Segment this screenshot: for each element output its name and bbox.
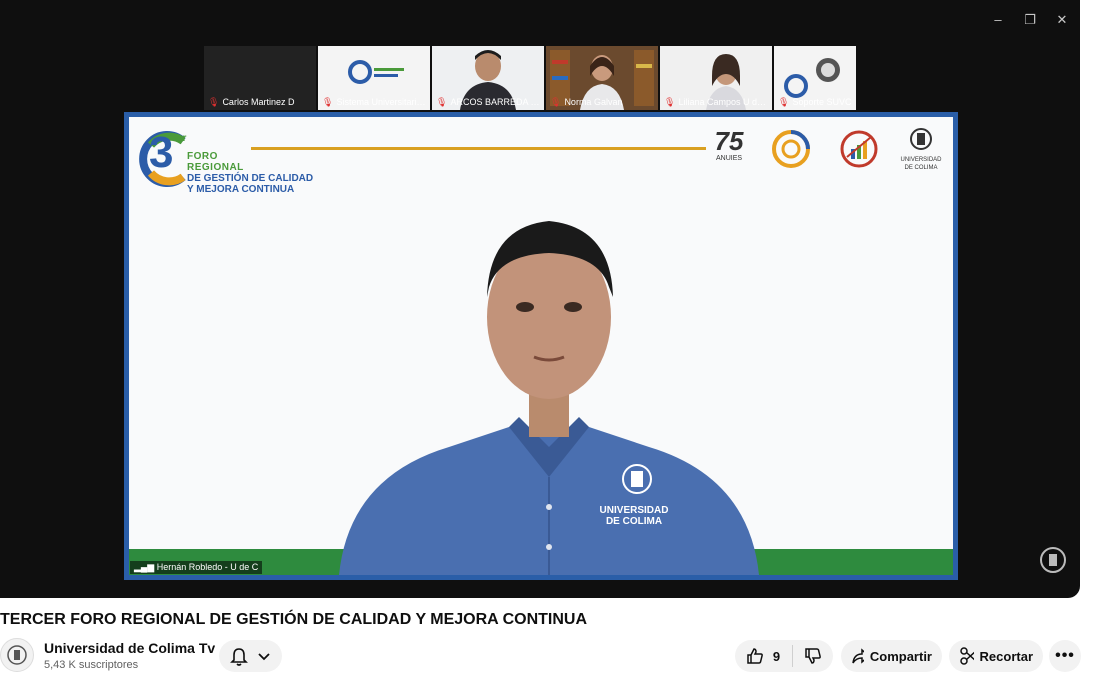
channel-avatar[interactable] (0, 638, 34, 672)
improvement-chart-logo (840, 130, 878, 168)
forum-line1: FORO (187, 151, 218, 162)
notifications-button[interactable] (219, 640, 282, 672)
participant-tile[interactable]: 🎙ARCOS BARREDA GUL... (432, 46, 544, 110)
mic-muted-icon: 🎙 (208, 97, 220, 107)
channel-watermark-icon[interactable] (1039, 546, 1067, 574)
forum-logo: 3 er FORO REGIONAL DE GESTIÓN DE CALIDAD… (137, 125, 327, 195)
video-player[interactable]: – ❐ ✕ 🎙 Carlos Martinez D 🎙 Sistema Univer… (0, 0, 1080, 598)
scissors-icon (960, 647, 974, 665)
restore-icon[interactable]: ❐ (1022, 12, 1038, 28)
participant-name: Soporte SUVC (792, 97, 852, 107)
more-actions-button[interactable]: ••• (1049, 640, 1081, 672)
participant-name: Liliana Campos U de C (678, 97, 770, 107)
share-icon (852, 648, 864, 664)
clip-label: Recortar (979, 648, 1033, 664)
forum-title: FORO REGIONAL DE GESTIÓN DE CALIDAD Y ME… (187, 151, 313, 195)
more-icon: ••• (1055, 647, 1075, 664)
participant-name: ARCOS BARREDA GUL... (450, 97, 542, 107)
share-button[interactable]: Compartir (841, 640, 942, 672)
channel-logo-icon (7, 645, 27, 665)
minimize-icon[interactable]: – (990, 12, 1006, 28)
participant-tile[interactable]: 🎙 Sistema Universitario ... (318, 46, 430, 110)
bell-icon (230, 648, 248, 666)
thumbs-up-icon[interactable] (745, 646, 765, 666)
share-label: Compartir (869, 648, 932, 664)
like-count[interactable]: 9 (773, 649, 780, 664)
anuies-number: 75 (714, 126, 744, 156)
window-controls: – ❐ ✕ (990, 12, 1070, 28)
close-icon[interactable]: ✕ (1054, 12, 1070, 28)
slide-canvas: 3 er FORO REGIONAL DE GESTIÓN DE CALIDAD… (129, 117, 953, 575)
signal-icon: ▂▄▆ (134, 562, 155, 572)
thumbs-down-icon[interactable] (803, 646, 823, 666)
participant-strip: 🎙 Carlos Martinez D 🎙 Sistema Universitari… (204, 46, 856, 110)
udc-seal-icon (910, 128, 932, 150)
mic-muted-icon: 🎙 (778, 97, 790, 107)
shirt-text-1: UNIVERSIDAD (599, 505, 669, 516)
speaker-video (339, 221, 759, 575)
speaker-name-label: ▂▄▆ Hernán Robledo - U de C (130, 561, 263, 574)
mic-muted-icon: 🎙 (550, 97, 562, 107)
participant-name: Sistema Universitario ... (336, 97, 428, 107)
clip-button[interactable]: Recortar (949, 640, 1043, 672)
participant-name: Carlos Martinez D (222, 97, 295, 107)
gold-divider (251, 147, 706, 150)
participant-tile[interactable]: 🎙 Soporte SUVC (774, 46, 856, 110)
channel-name[interactable]: Universidad de Colima Tv (44, 640, 215, 656)
participant-tile[interactable]: 🎙 Norma Galvan (546, 46, 658, 110)
udc-label-1: UNIVERSIDAD (900, 157, 942, 163)
forum-line3: DE GESTIÓN DE CALIDAD (187, 173, 314, 184)
udc-label-2: DE COLIMA (904, 165, 938, 171)
subscriber-count: 5,43 K suscriptores (44, 659, 139, 671)
anuies-logo: 75 ANUIES (707, 127, 751, 171)
chevron-down-icon (258, 653, 270, 661)
participant-tile[interactable]: 🎙 Carlos Martinez D (204, 46, 316, 110)
speaker-name: Hernán Robledo - U de C (156, 562, 259, 572)
participant-tile[interactable]: 🎙 Liliana Campos U de C (660, 46, 772, 110)
like-dislike-group: 9 (735, 640, 833, 672)
main-video-frame: 3 er FORO REGIONAL DE GESTIÓN DE CALIDAD… (124, 112, 958, 580)
participant-name: Norma Galvan (564, 97, 623, 107)
shirt-emblem-text: UNIVERSIDAD DE COLIMA (599, 505, 669, 527)
forum-superscript: er (177, 133, 187, 144)
video-title: TERCER FORO REGIONAL DE GESTIÓN DE CALID… (0, 611, 588, 628)
forum-line4: Y MEJORA CONTINUA (187, 184, 295, 195)
anuies-label: ANUIES (715, 155, 743, 162)
shirt-text-2: DE COLIMA (605, 516, 663, 527)
like-divider (792, 645, 794, 667)
mic-muted-icon: 🎙 (436, 97, 448, 107)
mic-muted-icon: 🎙 (664, 97, 676, 107)
udc-logo: UNIVERSIDAD DE COLIMA (899, 127, 943, 171)
forum-line2: REGIONAL (187, 162, 244, 173)
mic-muted-icon: 🎙 (322, 97, 334, 107)
quality-cycle-logo (772, 130, 810, 168)
forum-number: 3 (149, 128, 174, 177)
